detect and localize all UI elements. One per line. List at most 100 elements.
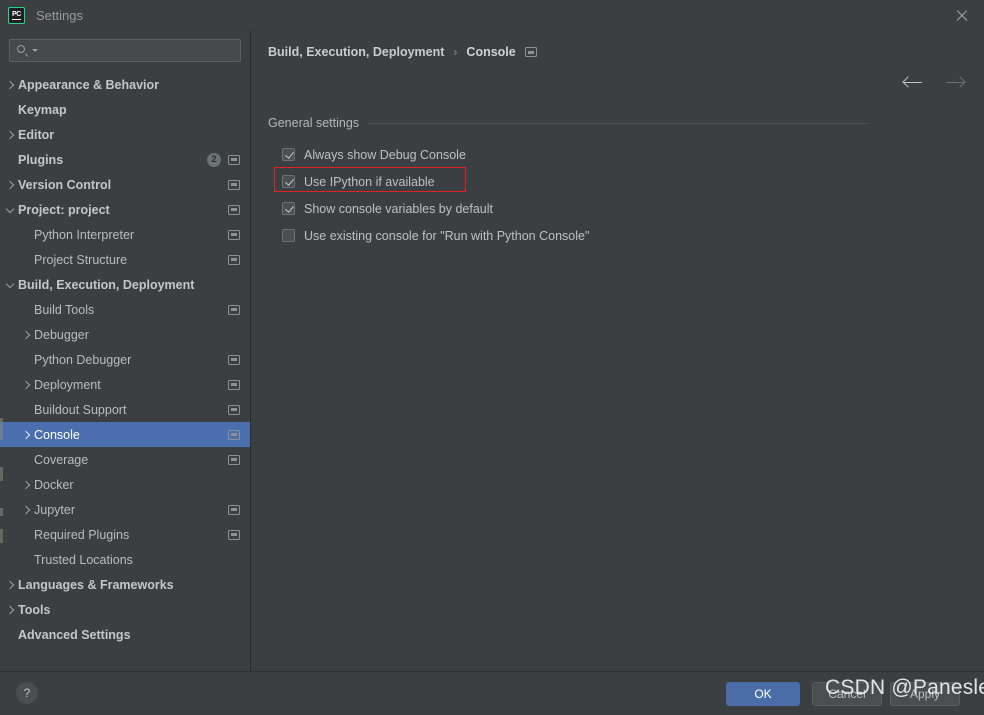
search-box[interactable] xyxy=(9,39,241,62)
sidebar-item-label: Console xyxy=(34,427,80,442)
sidebar-item-keymap[interactable]: Keymap xyxy=(0,97,250,122)
edge-artifact xyxy=(0,508,3,516)
chevron-down-icon[interactable] xyxy=(32,49,38,52)
project-scope-icon[interactable] xyxy=(228,379,240,390)
checkbox-checked-icon[interactable] xyxy=(282,202,295,215)
search-input[interactable] xyxy=(42,42,240,59)
settings-main-panel: Build, Execution, Deployment › Console G… xyxy=(252,31,984,671)
project-scope-icon[interactable] xyxy=(228,204,240,215)
edge-artifact xyxy=(0,529,3,543)
chevron-right-icon[interactable] xyxy=(2,130,18,139)
sidebar-item-project-project[interactable]: Project: project xyxy=(0,197,250,222)
window-title: Settings xyxy=(36,8,83,23)
project-scope-icon[interactable] xyxy=(228,404,240,415)
arrow-left-icon[interactable] xyxy=(902,74,924,90)
project-scope-icon[interactable] xyxy=(228,354,240,365)
sidebar-item-languages-frameworks[interactable]: Languages & Frameworks xyxy=(0,572,250,597)
sidebar-item-plugins[interactable]: Plugins 2 xyxy=(0,147,250,172)
help-button[interactable]: ? xyxy=(16,682,38,704)
settings-sidebar: Appearance & Behavior Keymap Editor Plugins… xyxy=(0,31,251,671)
chevron-right-icon[interactable] xyxy=(2,580,18,589)
sidebar-item-console[interactable]: Console xyxy=(0,422,250,447)
sidebar-item-buildout-support[interactable]: Buildout Support xyxy=(0,397,250,422)
sidebar-item-advanced-settings[interactable]: Advanced Settings xyxy=(0,622,250,647)
pycharm-logo-text: PC xyxy=(11,10,22,18)
checkbox-row[interactable]: Use IPython if available xyxy=(274,167,589,195)
project-scope-icon[interactable] xyxy=(524,47,537,57)
chevron-down-icon[interactable] xyxy=(2,205,18,214)
sidebar-item-label: Python Debugger xyxy=(34,352,132,367)
sidebar-item-build-execution-deployment[interactable]: Build, Execution, Deployment xyxy=(0,272,250,297)
sidebar-item-label: Coverage xyxy=(34,452,89,467)
pycharm-logo-icon: PC xyxy=(8,7,25,24)
dialog-footer: ? OK Cancel Apply xyxy=(0,671,984,715)
chevron-right-icon[interactable] xyxy=(18,505,34,514)
sidebar-item-indicators xyxy=(228,354,240,365)
search-container xyxy=(0,31,250,62)
sidebar-item-label: Advanced Settings xyxy=(18,627,131,642)
project-scope-icon[interactable] xyxy=(228,304,240,315)
checkbox-row[interactable]: Use existing console for "Run with Pytho… xyxy=(282,222,589,249)
project-scope-icon[interactable] xyxy=(228,504,240,515)
sidebar-item-build-tools[interactable]: Build Tools xyxy=(0,297,250,322)
sidebar-item-version-control[interactable]: Version Control xyxy=(0,172,250,197)
chevron-right-icon[interactable] xyxy=(18,330,34,339)
sidebar-item-indicators: 2 xyxy=(207,152,240,167)
chevron-right-icon[interactable] xyxy=(18,380,34,389)
project-scope-icon[interactable] xyxy=(228,454,240,465)
project-scope-icon[interactable] xyxy=(228,179,240,190)
checkbox-label: Always show Debug Console xyxy=(304,147,466,162)
checkbox-unchecked-icon[interactable] xyxy=(282,229,295,242)
checkbox-checked-icon[interactable] xyxy=(282,148,295,161)
checkbox-checked-icon[interactable] xyxy=(282,175,295,188)
ok-button[interactable]: OK xyxy=(726,682,800,706)
sidebar-item-jupyter[interactable]: Jupyter xyxy=(0,497,250,522)
sidebar-item-editor[interactable]: Editor xyxy=(0,122,250,147)
chevron-down-icon[interactable] xyxy=(2,280,18,289)
sidebar-item-label: Build, Execution, Deployment xyxy=(18,277,195,292)
sidebar-item-label: Appearance & Behavior xyxy=(18,77,160,92)
settings-tree: Appearance & Behavior Keymap Editor Plugins… xyxy=(0,72,250,647)
chevron-right-icon[interactable] xyxy=(2,180,18,189)
chevron-right-icon[interactable] xyxy=(2,605,18,614)
sidebar-item-label: Debugger xyxy=(34,327,89,342)
sidebar-item-label: Docker xyxy=(34,477,74,492)
arrow-right-icon[interactable] xyxy=(944,74,966,90)
cancel-button[interactable]: Cancel xyxy=(812,682,882,706)
project-scope-icon[interactable] xyxy=(228,529,240,540)
checkbox-row[interactable]: Show console variables by default xyxy=(282,195,589,222)
breadcrumb-separator-icon: › xyxy=(453,45,458,59)
edge-artifact xyxy=(0,418,3,440)
sidebar-item-label: Project: project xyxy=(18,202,110,217)
close-icon[interactable] xyxy=(954,8,970,24)
sidebar-item-appearance-behavior[interactable]: Appearance & Behavior xyxy=(0,72,250,97)
sidebar-item-python-debugger[interactable]: Python Debugger xyxy=(0,347,250,372)
project-scope-icon[interactable] xyxy=(228,254,240,265)
general-settings-options: Always show Debug Console Use IPython if … xyxy=(274,141,589,249)
search-icon xyxy=(17,44,30,57)
sidebar-item-indicators xyxy=(228,179,240,190)
chevron-right-icon[interactable] xyxy=(18,480,34,489)
breadcrumb-parent[interactable]: Build, Execution, Deployment xyxy=(268,45,444,59)
sidebar-item-required-plugins[interactable]: Required Plugins xyxy=(0,522,250,547)
project-scope-icon[interactable] xyxy=(228,229,240,240)
sidebar-item-trusted-locations[interactable]: Trusted Locations xyxy=(0,547,250,572)
project-scope-icon[interactable] xyxy=(228,154,240,165)
checkbox-row[interactable]: Always show Debug Console xyxy=(282,141,589,168)
sidebar-item-deployment[interactable]: Deployment xyxy=(0,372,250,397)
project-scope-icon[interactable] xyxy=(228,429,240,440)
sidebar-item-docker[interactable]: Docker xyxy=(0,472,250,497)
sidebar-item-project-structure[interactable]: Project Structure xyxy=(0,247,250,272)
update-count-badge: 2 xyxy=(207,152,221,167)
edge-artifact xyxy=(0,467,3,481)
sidebar-item-coverage[interactable]: Coverage xyxy=(0,447,250,472)
sidebar-item-debugger[interactable]: Debugger xyxy=(0,322,250,347)
checkbox-label: Use existing console for "Run with Pytho… xyxy=(304,228,590,243)
chevron-right-icon[interactable] xyxy=(2,80,18,89)
sidebar-item-python-interpreter[interactable]: Python Interpreter xyxy=(0,222,250,247)
sidebar-item-tools[interactable]: Tools xyxy=(0,597,250,622)
apply-button[interactable]: Apply xyxy=(890,682,960,706)
checkbox-label: Use IPython if available xyxy=(304,174,435,189)
sidebar-item-label: Python Interpreter xyxy=(34,227,135,242)
chevron-right-icon[interactable] xyxy=(18,430,34,439)
